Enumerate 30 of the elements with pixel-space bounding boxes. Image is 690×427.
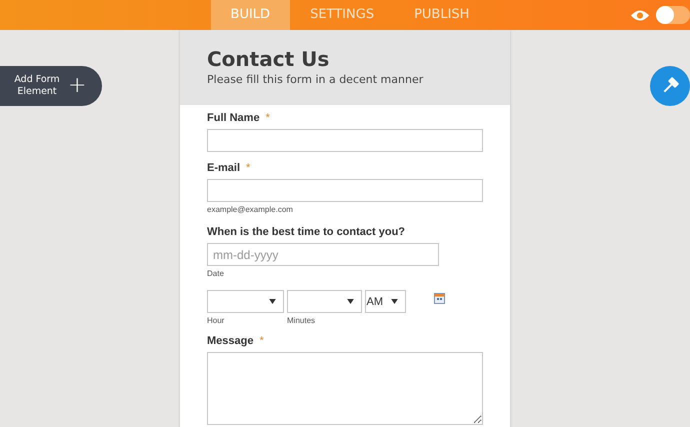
caret-icon	[269, 299, 276, 304]
caret-icon	[391, 299, 398, 304]
field-label: When is the best time to contact you?	[207, 226, 406, 238]
input-field[interactable]	[207, 179, 483, 202]
caret-icon	[347, 299, 354, 304]
field-hint: example@example.com	[207, 205, 294, 214]
required-marker: *	[266, 112, 270, 124]
select-field[interactable]	[207, 290, 284, 313]
required-marker: *	[246, 162, 250, 174]
field-label: E-mail	[207, 162, 240, 174]
field-hint: Date	[207, 269, 225, 278]
paint-roller-button[interactable]	[650, 66, 690, 106]
tab[interactable]: PUBLISH	[394, 0, 490, 30]
form-title: Contact Us	[207, 47, 330, 71]
field-hint: Minutes	[287, 316, 316, 325]
field-label: Message	[207, 335, 254, 347]
date-field[interactable]: mm-dd-yyyy	[207, 243, 439, 266]
calendar-icon[interactable]	[434, 293, 445, 304]
field-hint: Hour	[207, 316, 226, 325]
select-field[interactable]: AM	[365, 290, 406, 313]
eye-icon[interactable]	[630, 8, 650, 22]
form-subtitle: Please fill this form in a decent manner	[207, 73, 424, 86]
message-field[interactable]	[207, 352, 483, 425]
field-label: Full Name	[207, 112, 260, 124]
required-marker: *	[259, 335, 264, 347]
select-field[interactable]	[287, 290, 362, 313]
preview-toggle[interactable]	[656, 6, 690, 24]
input-field[interactable]	[207, 129, 483, 152]
tab[interactable]: SETTINGS	[290, 0, 394, 30]
tab[interactable]: BUILD	[210, 0, 290, 30]
